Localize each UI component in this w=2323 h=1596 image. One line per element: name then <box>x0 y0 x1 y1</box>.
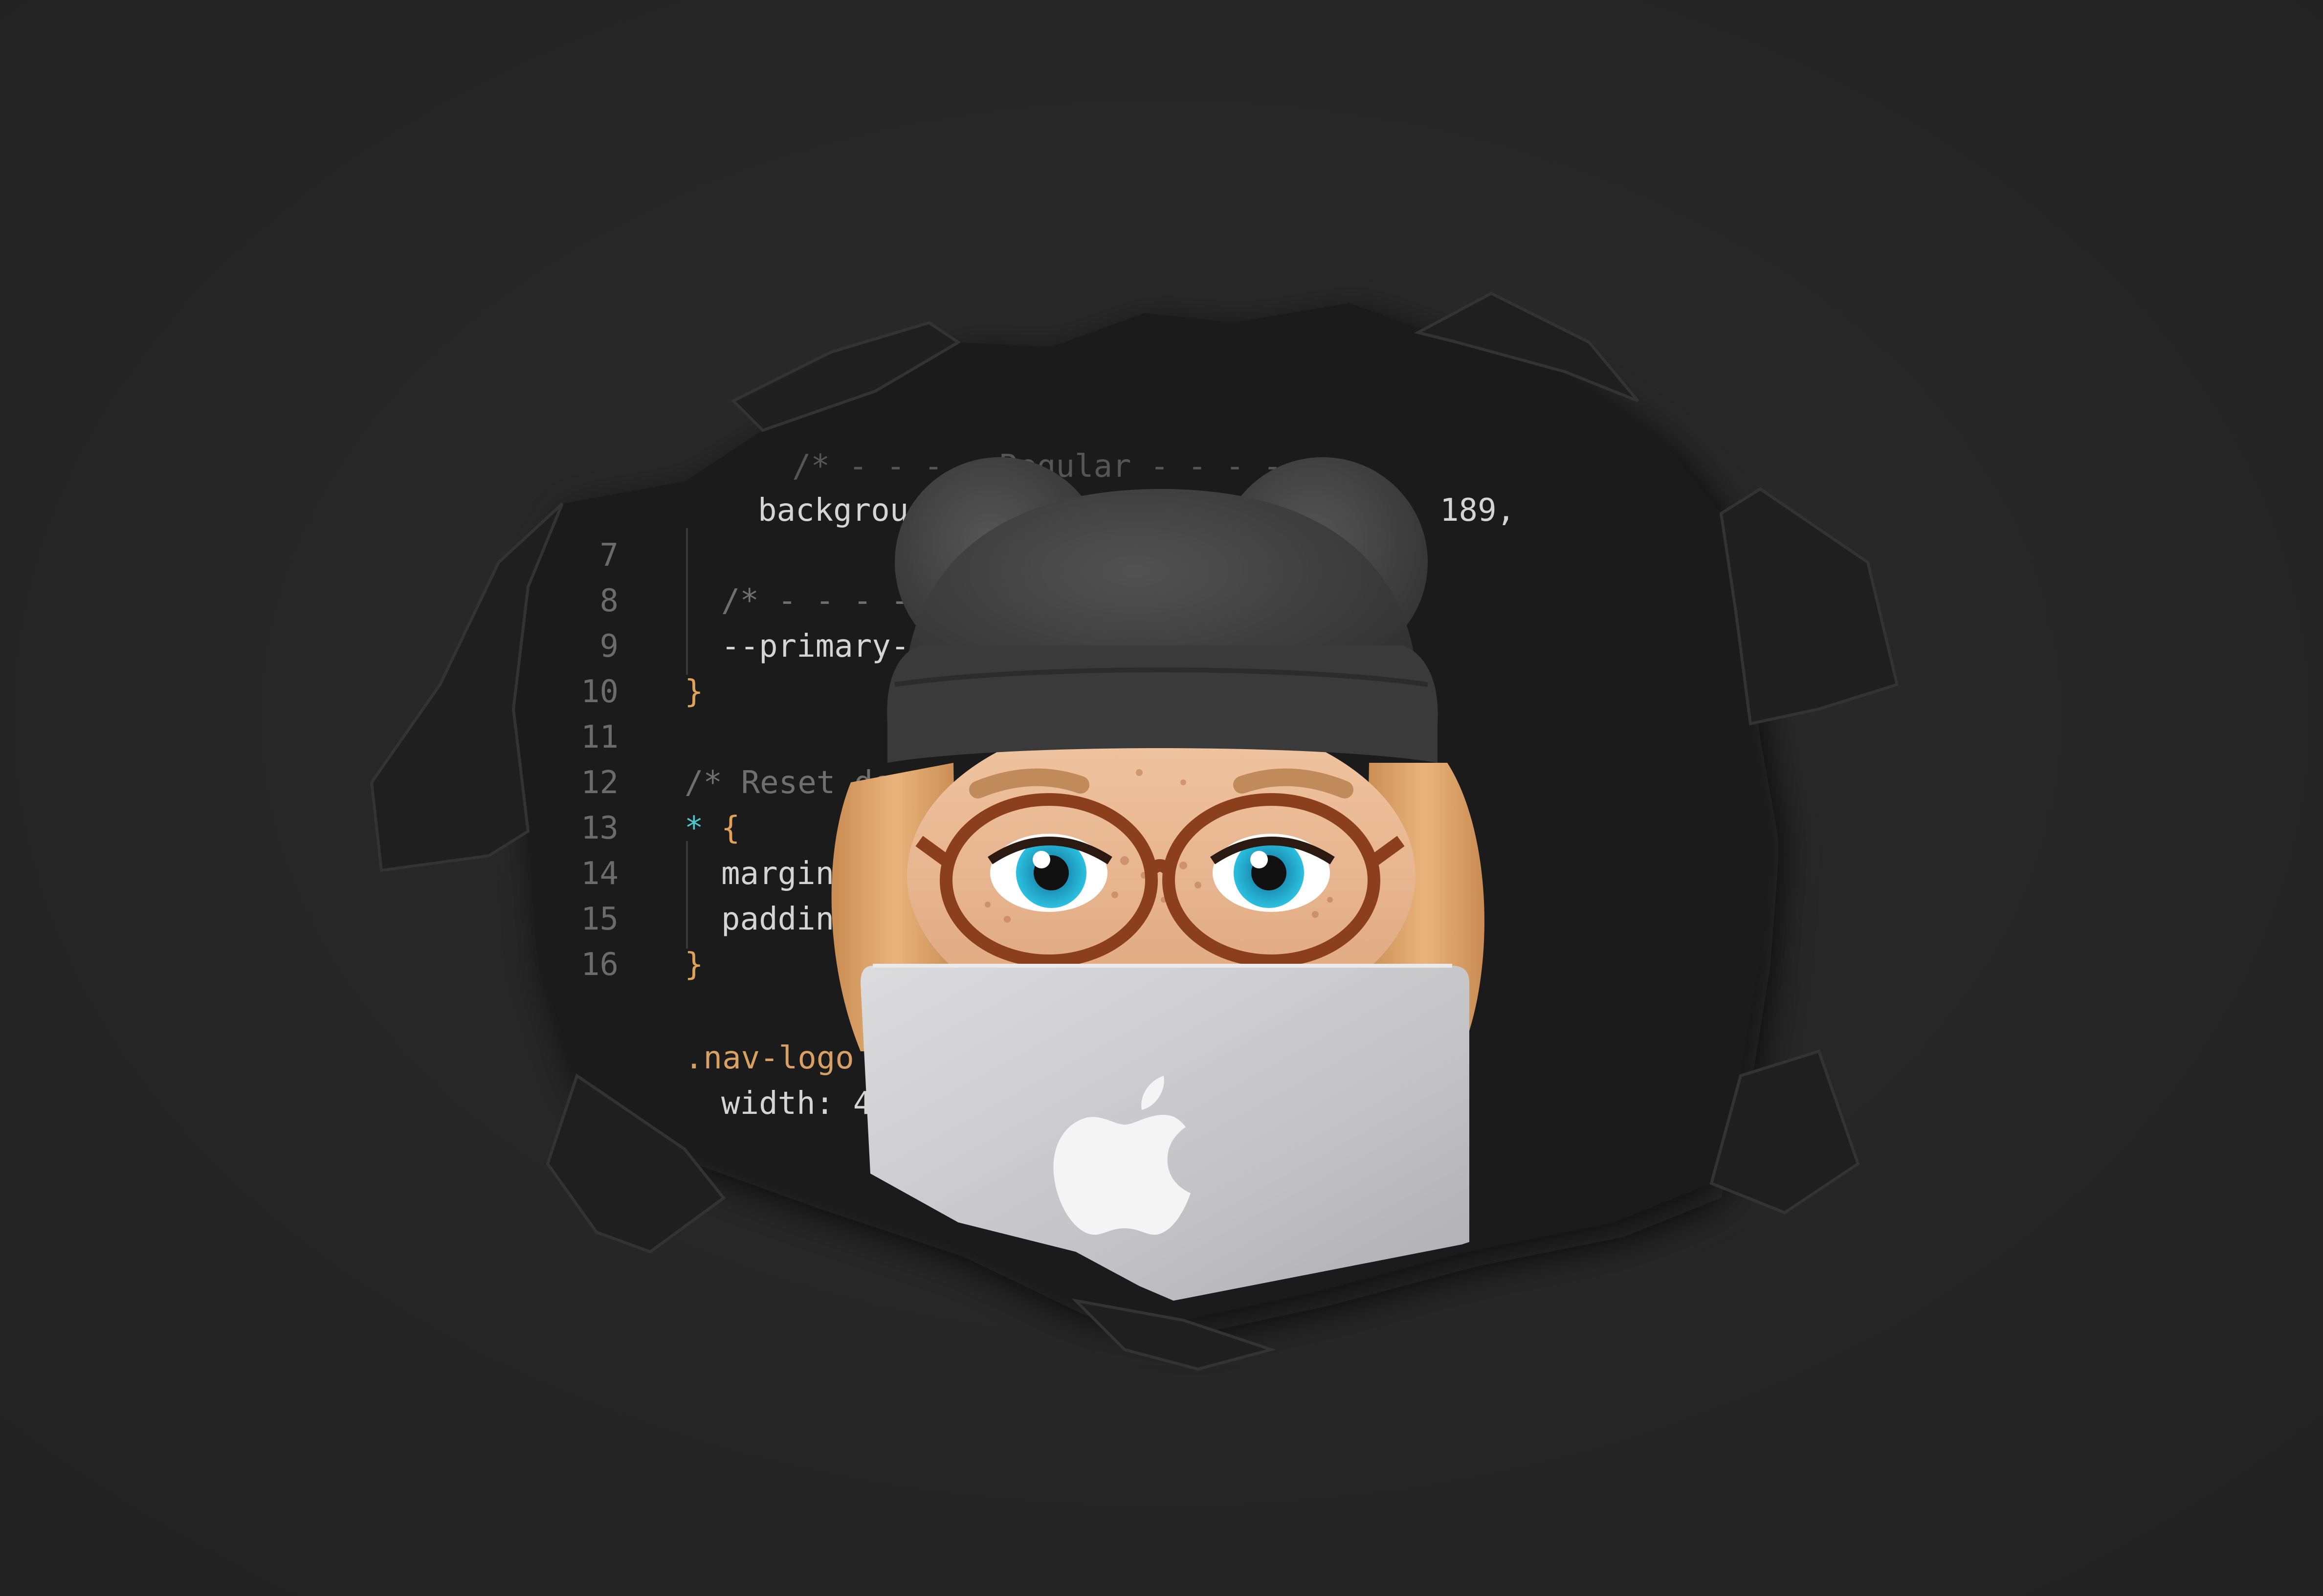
code-universal-selector: * <box>685 810 704 846</box>
code-brace: } <box>685 674 704 710</box>
line-number: 7 <box>599 537 619 574</box>
code-line: --primary-f <box>721 628 929 665</box>
line-number: 10 <box>581 674 619 710</box>
line-number: 12 <box>581 765 619 801</box>
line-number: 11 <box>581 719 619 755</box>
code-property-fragment: backgrou <box>758 492 908 529</box>
code-brace: } <box>685 947 704 983</box>
line-number: 13 <box>581 810 619 846</box>
code-value-fragment: 189, <box>1440 492 1515 529</box>
code-class-selector: .nav-logo <box>685 1040 854 1076</box>
memoji-character <box>831 457 1484 1301</box>
code-comment: /* - - - - <box>721 583 909 619</box>
scene-svg: /* - - - - Regular - - - - - - backgrou … <box>0 0 2323 1596</box>
beanie-cuff <box>887 645 1438 763</box>
code-brace: { <box>721 810 740 846</box>
poster-canvas: /* - - - - Regular - - - - - - backgrou … <box>0 0 2323 1596</box>
line-number: 9 <box>599 628 619 665</box>
code-line: width: 4 <box>721 1086 872 1122</box>
line-number: 16 <box>581 947 619 983</box>
line-number: 15 <box>581 901 619 937</box>
line-number: 8 <box>599 583 619 619</box>
line-number: 14 <box>581 856 619 892</box>
code-line: paddin <box>721 901 834 937</box>
